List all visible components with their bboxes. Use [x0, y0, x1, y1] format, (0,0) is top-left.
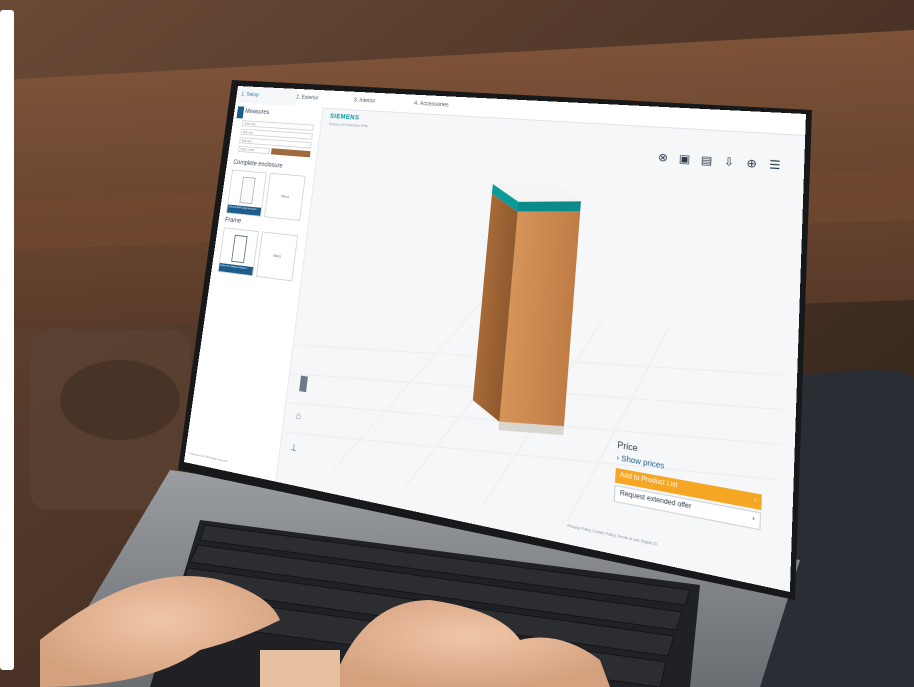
save-icon[interactable]: ▤ — [698, 153, 714, 168]
cabinet-model[interactable] — [470, 178, 583, 442]
brand-logo: SIEMENS — [329, 113, 360, 122]
color-swatch[interactable] — [270, 148, 311, 158]
frame-icon — [231, 234, 248, 264]
globe-icon[interactable]: ⊕ — [743, 156, 760, 172]
enclosure-icon — [239, 176, 256, 205]
download-icon[interactable]: ⇩ — [721, 155, 737, 171]
list-icon[interactable]: ☰ — [766, 158, 783, 174]
protection-field[interactable]: IP55 / IP54 — [237, 145, 271, 155]
complete-enclosure-alt-option[interactable]: Select — [264, 172, 306, 221]
frame-title: Frame — [224, 216, 242, 225]
chevron-right-icon: › — [752, 515, 755, 524]
alt-option-label: Select — [280, 194, 290, 199]
copyright: © Siemens AG 2019 Right reserved — [188, 451, 228, 464]
frame-caption: Frame for modular enclosure — [218, 262, 254, 276]
chevron-right-icon: › — [754, 496, 757, 505]
home-icon[interactable]: ⌂ — [295, 409, 302, 422]
complete-enclosure-title: Complete enclosure — [232, 159, 283, 170]
tab-interior[interactable]: 3. Interior — [348, 92, 415, 113]
measures-title: Measures — [244, 108, 270, 116]
open-folder-icon[interactable]: ▣ — [677, 152, 693, 167]
frame-option[interactable]: Frame for modular enclosure — [217, 227, 259, 277]
complete-enclosure-option[interactable]: Siemens 8MF single enclosure — [226, 169, 267, 217]
complete-caption: Siemens 8MF single enclosure — [226, 204, 262, 216]
frame-alt-label: Select — [272, 253, 282, 259]
subtitle: Degree of Protection IP55 — [328, 121, 369, 129]
close-circle-icon[interactable]: ⊗ — [655, 151, 671, 166]
show-prices-text: Show prices — [621, 455, 665, 471]
view-cube-icon[interactable] — [299, 375, 308, 393]
axis-icon: ⊥ — [290, 443, 298, 453]
frame-alt-option[interactable]: Select — [255, 231, 299, 282]
tab-accessories[interactable]: 4. Accessories — [408, 94, 497, 117]
cabinet-thumb-icon — [236, 106, 245, 119]
